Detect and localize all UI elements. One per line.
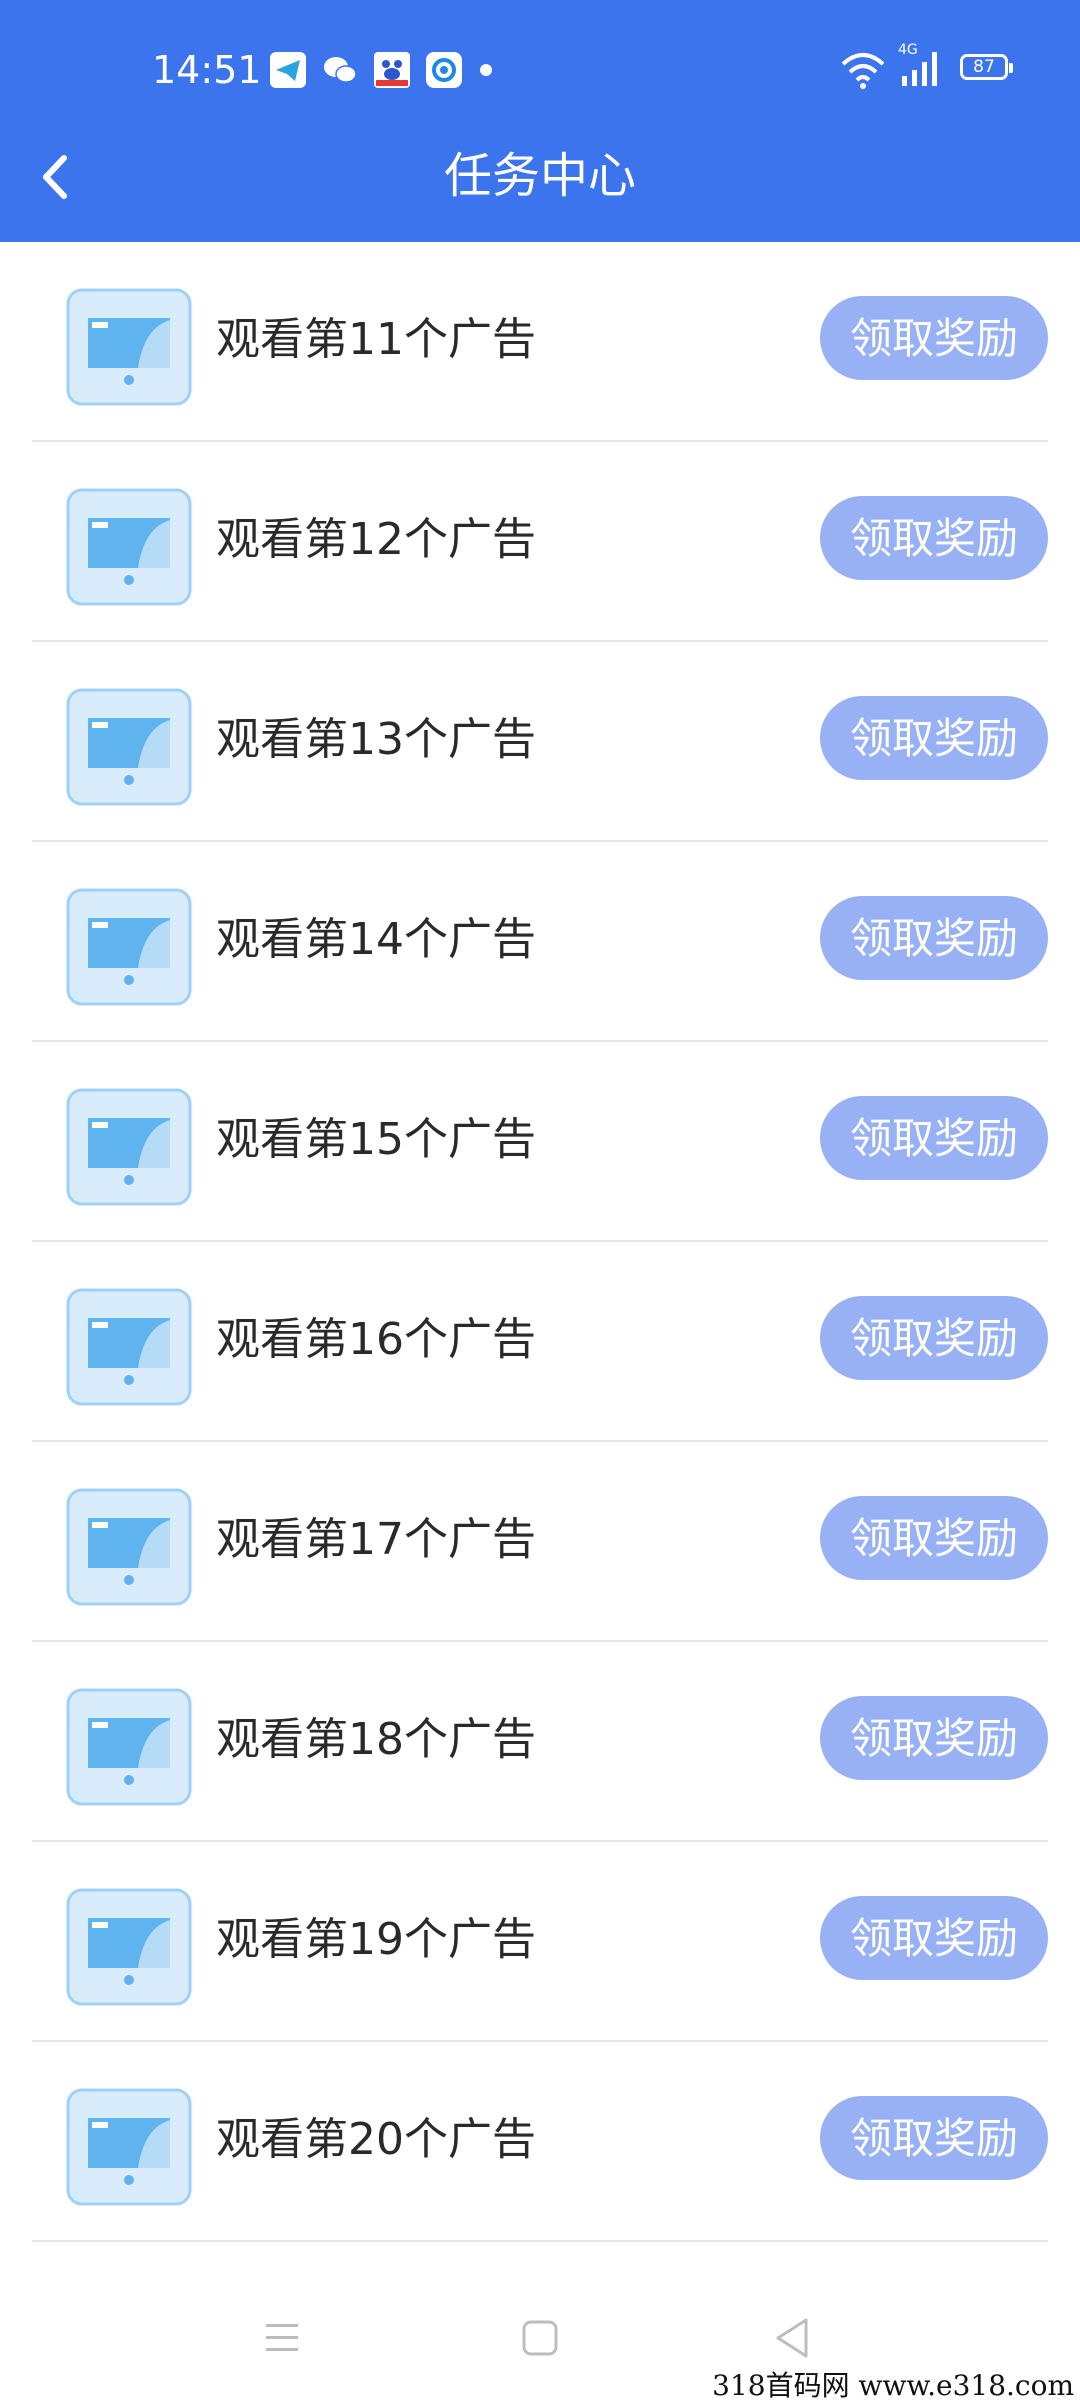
- back-nav-icon[interactable]: [764, 2314, 824, 2362]
- task-label: 观看第20个广告: [216, 2114, 536, 2165]
- task-row: 观看第20个广告 领取奖励: [32, 2042, 1048, 2242]
- claim-reward-button[interactable]: 领取奖励: [820, 1696, 1048, 1780]
- claim-reward-button[interactable]: 领取奖励: [820, 1096, 1048, 1180]
- claim-reward-button[interactable]: 领取奖励: [820, 2096, 1048, 2180]
- claim-reward-button[interactable]: 领取奖励: [820, 1496, 1048, 1580]
- claim-reward-button[interactable]: 领取奖励: [820, 296, 1048, 380]
- task-row: 观看第12个广告 领取奖励: [32, 442, 1048, 642]
- claim-reward-button[interactable]: 领取奖励: [820, 896, 1048, 980]
- ad-video-icon: [66, 2088, 192, 2206]
- task-label: 观看第16个广告: [216, 1314, 536, 1365]
- ad-video-icon: [66, 1488, 192, 1606]
- ad-video-icon: [66, 1288, 192, 1406]
- baidu-icon: [374, 52, 410, 88]
- task-label: 观看第13个广告: [216, 714, 536, 765]
- home-icon[interactable]: [510, 2314, 570, 2362]
- watermark: 318首码网 www.e318.com: [712, 2364, 1074, 2404]
- ad-video-icon: [66, 888, 192, 1006]
- more-notifications-dot: [480, 64, 492, 76]
- task-row: 观看第15个广告 领取奖励: [32, 1042, 1048, 1242]
- telegram-icon: [270, 52, 306, 88]
- task-label: 观看第18个广告: [216, 1714, 536, 1765]
- task-row: 观看第14个广告 领取奖励: [32, 842, 1048, 1042]
- task-label: 观看第12个广告: [216, 514, 536, 565]
- wechat-icon: [324, 57, 357, 83]
- claim-reward-button[interactable]: 领取奖励: [820, 1296, 1048, 1380]
- task-label: 观看第11个广告: [216, 314, 536, 365]
- task-label: 观看第17个广告: [216, 1514, 536, 1565]
- status-bar: 14:51 4G 87: [0, 0, 1080, 140]
- app-header: 14:51 4G 87 任务中心: [0, 0, 1080, 242]
- ad-video-icon: [66, 488, 192, 606]
- ad-video-icon: [66, 1888, 192, 2006]
- wifi-icon: [841, 53, 885, 89]
- task-row: 观看第18个广告 领取奖励: [32, 1642, 1048, 1842]
- ad-video-icon: [66, 288, 192, 406]
- claim-reward-button[interactable]: 领取奖励: [820, 496, 1048, 580]
- task-row: 观看第16个广告 领取奖励: [32, 1242, 1048, 1442]
- page-title: 任务中心: [443, 148, 636, 204]
- ad-video-icon: [66, 688, 192, 806]
- task-row: 观看第13个广告 领取奖励: [32, 642, 1048, 842]
- claim-reward-button[interactable]: 领取奖励: [820, 696, 1048, 780]
- task-row: 观看第19个广告 领取奖励: [32, 1842, 1048, 2042]
- task-list: 观看第11个广告 领取奖励 观看第12个广告 领取奖励 观看第13个广告 领取奖…: [0, 242, 1080, 2242]
- signal-4g-icon: 4G: [898, 42, 946, 90]
- task-row: 观看第11个广告 领取奖励: [32, 242, 1048, 442]
- task-row: 观看第17个广告 领取奖励: [32, 1442, 1048, 1642]
- ad-video-icon: [66, 1688, 192, 1806]
- ad-video-icon: [66, 1088, 192, 1206]
- browser-icon: [426, 52, 462, 88]
- task-label: 观看第19个广告: [216, 1914, 536, 1965]
- status-time: 14:51: [152, 48, 262, 92]
- battery-icon: 87: [960, 54, 1013, 80]
- task-label: 观看第14个广告: [216, 914, 536, 965]
- claim-reward-button[interactable]: 领取奖励: [820, 1896, 1048, 1980]
- task-label: 观看第15个广告: [216, 1114, 536, 1165]
- menu-icon[interactable]: [252, 2314, 312, 2362]
